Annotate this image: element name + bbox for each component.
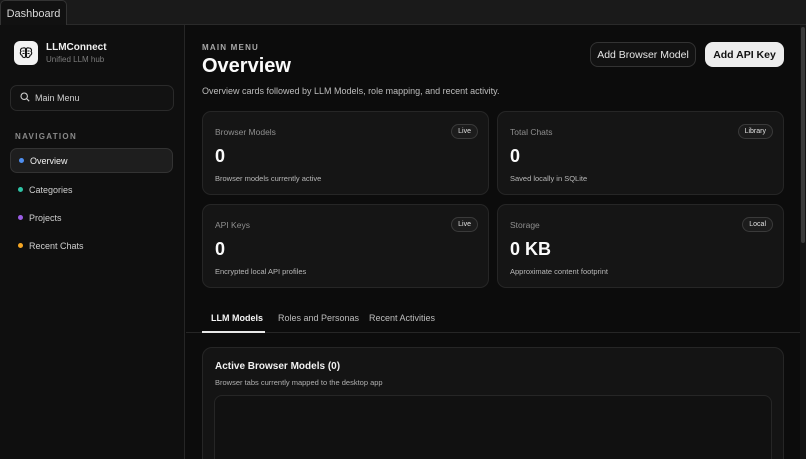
brand[interactable]: LLMConnect Unified LLM hub: [14, 41, 107, 65]
sidebar-item-overview[interactable]: Overview: [10, 148, 173, 173]
status-badge: Live: [451, 124, 478, 139]
card-value: 0: [215, 146, 226, 166]
card-value: 0: [215, 239, 226, 259]
status-badge: Live: [451, 217, 478, 232]
sidebar-item-label: Recent Chats: [29, 240, 84, 251]
card-description: Encrypted local API profiles: [215, 267, 307, 276]
search-icon: [20, 89, 30, 107]
sidebar: LLMConnect Unified LLM hub Main Menu NAV…: [0, 25, 185, 459]
page-description: Overview cards followed by LLM Models, r…: [202, 86, 500, 96]
card-value: 0 KB: [510, 239, 552, 259]
sidebar-item-categories[interactable]: Categories: [10, 177, 173, 202]
active-tab-indicator: [202, 331, 265, 333]
search-label: Main Menu: [35, 93, 80, 103]
content-tabs: LLM Models Roles and Personas Recent Act…: [186, 305, 800, 333]
page-title: Overview: [202, 55, 291, 77]
search-input[interactable]: Main Menu: [10, 85, 174, 111]
panel-title: Active Browser Models (0): [215, 361, 341, 372]
tab-recent-activities[interactable]: Recent Activities: [369, 313, 435, 323]
tab-roles-and-personas[interactable]: Roles and Personas: [278, 313, 359, 323]
card-description: Browser models currently active: [215, 174, 322, 183]
card-label: Storage: [510, 220, 540, 230]
brain-logo-icon: [14, 41, 38, 65]
window-tab-bar: Dashboard: [0, 0, 806, 26]
tab-dashboard[interactable]: Dashboard: [0, 0, 67, 26]
card-description: Approximate content footprint: [510, 267, 608, 276]
card-label: Total Chats: [510, 127, 553, 137]
bullet-dot-icon: [18, 215, 23, 220]
add-browser-model-button[interactable]: Add Browser Model: [590, 42, 696, 67]
active-browser-models-panel: Active Browser Models (0) Browser tabs c…: [202, 347, 784, 459]
brand-name: LLMConnect: [46, 41, 107, 53]
stat-card-storage: Storage Local 0 KB Approximate content f…: [497, 204, 784, 288]
browser-models-list: [214, 395, 772, 459]
tab-llm-models[interactable]: LLM Models: [211, 313, 263, 323]
status-badge: Local: [742, 217, 773, 232]
card-label: Browser Models: [215, 127, 276, 137]
nav-section-title: NAVIGATION: [15, 132, 78, 141]
panel-description: Browser tabs currently mapped to the des…: [215, 378, 383, 387]
stat-card-total-chats: Total Chats Library 0 Saved locally in S…: [497, 111, 784, 195]
bullet-dot-icon: [18, 243, 23, 248]
stat-card-browser-models: Browser Models Live 0 Browser models cur…: [202, 111, 489, 195]
stat-card-api-keys: API Keys Live 0 Encrypted local API prof…: [202, 204, 489, 288]
bullet-dot-icon: [19, 158, 24, 163]
card-description: Saved locally in SQLite: [510, 174, 588, 183]
sidebar-item-label: Overview: [30, 155, 68, 166]
main-scrollbar[interactable]: [800, 25, 806, 459]
status-badge: Library: [737, 124, 773, 139]
card-label: API Keys: [215, 220, 250, 230]
sidebar-item-label: Categories: [29, 184, 73, 195]
sidebar-item-recent-chats[interactable]: Recent Chats: [10, 233, 173, 258]
bullet-dot-icon: [18, 187, 23, 192]
main-content: MAIN MENU Overview Overview cards follow…: [186, 25, 800, 459]
scrollbar-thumb[interactable]: [801, 27, 805, 243]
sidebar-item-label: Projects: [29, 212, 62, 223]
eyebrow-label: MAIN MENU: [202, 43, 260, 52]
add-api-key-button[interactable]: Add API Key: [705, 42, 784, 67]
brand-subtitle: Unified LLM hub: [46, 54, 105, 64]
sidebar-item-projects[interactable]: Projects: [10, 205, 173, 230]
card-value: 0: [510, 146, 521, 166]
